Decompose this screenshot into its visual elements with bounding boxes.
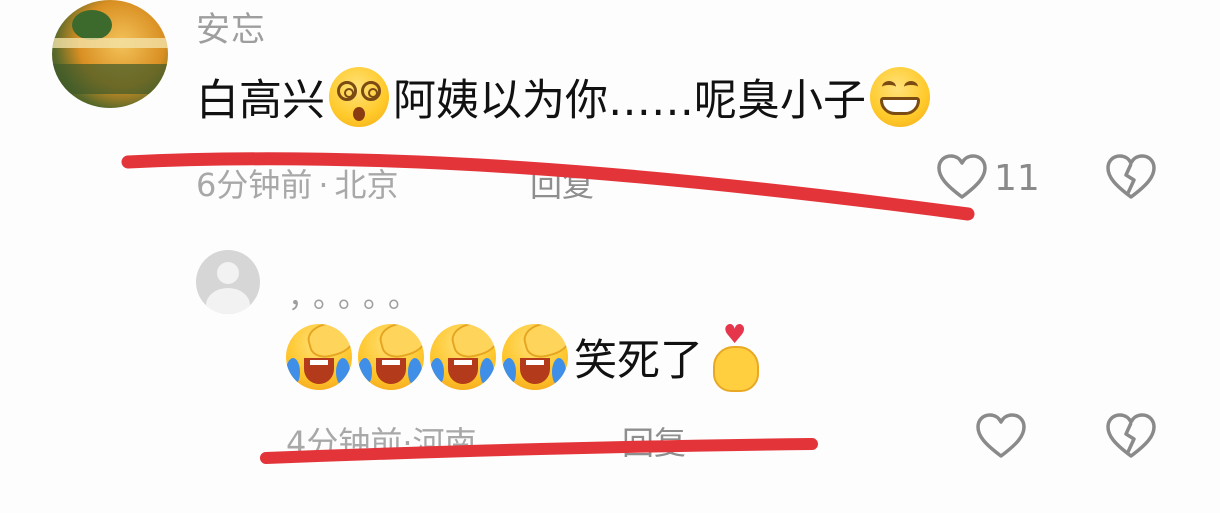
finger-heart-emoji-icon: ♥ bbox=[713, 322, 765, 392]
commenter-avatar[interactable] bbox=[52, 0, 168, 108]
reply-time: 4分钟前 bbox=[286, 424, 403, 462]
broken-heart-icon[interactable] bbox=[1104, 412, 1158, 460]
meta-separator: · bbox=[318, 166, 329, 204]
comment-text-part-1: 白高兴 bbox=[196, 76, 325, 126]
comment-time: 6分钟前 bbox=[196, 166, 313, 204]
rolling-laughing-emoji-icon bbox=[502, 324, 568, 390]
heart-outline-icon[interactable] bbox=[936, 153, 988, 201]
default-avatar-icon[interactable] bbox=[196, 250, 260, 314]
reply-text-content: 笑死了 bbox=[574, 336, 703, 386]
rolling-laughing-emoji-icon bbox=[286, 324, 352, 390]
reply-meta: 4分钟前·河南 bbox=[286, 418, 477, 464]
comment-meta: 6分钟前 · 北京 bbox=[196, 160, 399, 206]
heart-outline-icon[interactable] bbox=[974, 412, 1028, 460]
reply-username[interactable]: ，。。。。 bbox=[288, 272, 428, 316]
comment-text: 白高兴 阿姨以为你……呢臭小子 bbox=[196, 66, 934, 128]
like-count: 11 bbox=[994, 158, 1040, 199]
comment-text-part-2: 阿姨以为你……呢臭小子 bbox=[393, 76, 866, 126]
comment-location: 北京 bbox=[334, 166, 399, 204]
grinning-face-emoji-icon bbox=[870, 67, 930, 127]
reply-reply-button[interactable]: 回复 bbox=[622, 418, 686, 464]
broken-heart-icon[interactable] bbox=[1104, 153, 1158, 201]
meta-separator: · bbox=[402, 424, 413, 462]
reply-text: 笑死了 ♥ bbox=[286, 322, 765, 392]
reply-button[interactable]: 回复 bbox=[530, 160, 594, 206]
rolling-laughing-emoji-icon bbox=[358, 324, 424, 390]
dizzy-face-emoji-icon bbox=[329, 67, 389, 127]
commenter-username[interactable]: 安忘 bbox=[196, 2, 266, 51]
rolling-laughing-emoji-icon bbox=[430, 324, 496, 390]
reply-location: 河南 bbox=[412, 424, 477, 462]
